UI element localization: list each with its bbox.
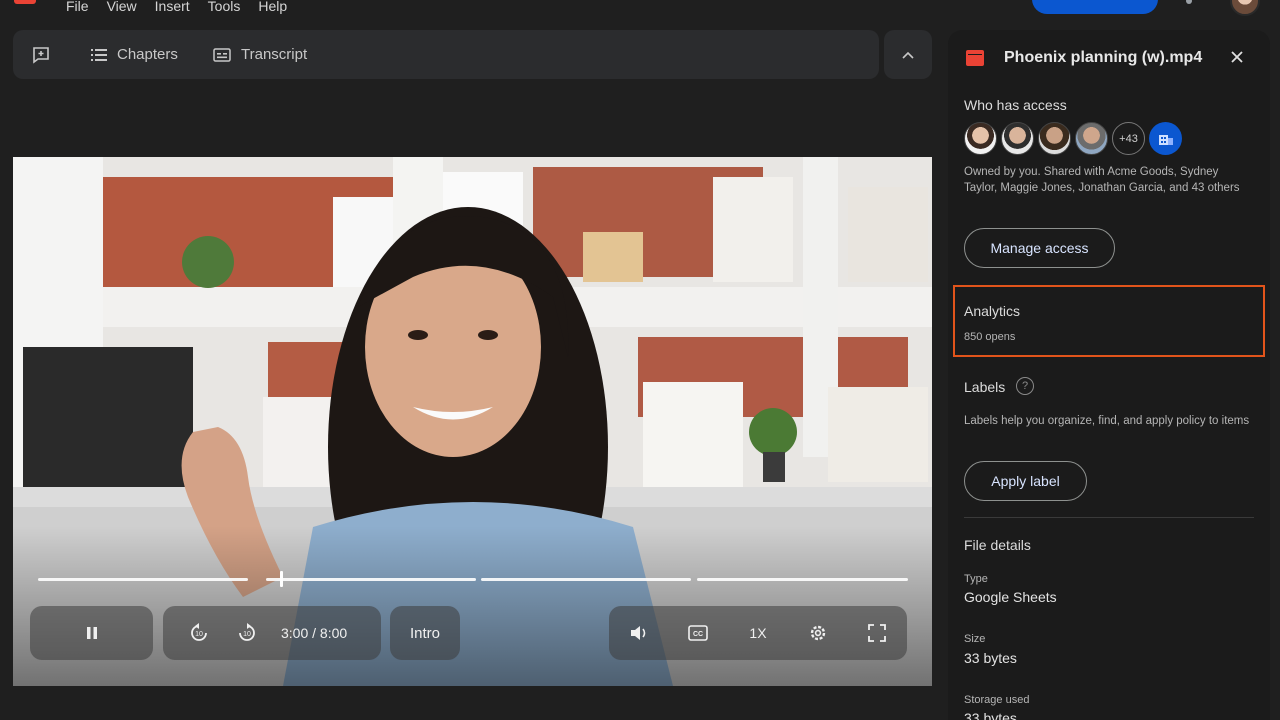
volume-icon: [630, 626, 646, 640]
menu-help[interactable]: Help: [258, 0, 287, 14]
transcript-button[interactable]: Transcript: [213, 30, 307, 79]
list-icon: [91, 48, 107, 61]
chevron-up-icon: [902, 51, 914, 59]
transcript-icon: [213, 47, 231, 62]
analytics-opens: 850 opens: [964, 331, 1016, 343]
access-avatars: +43: [964, 122, 1182, 155]
video-toolbar: Chapters Transcript: [13, 30, 879, 79]
account-avatar[interactable]: [1230, 0, 1260, 16]
forward-icon: 10: [239, 623, 255, 641]
chapter-segment[interactable]: [481, 578, 691, 581]
storage-value: 33 bytes: [964, 710, 1017, 720]
size-label: Size: [964, 633, 986, 645]
seek-group: 10 10 3:00 / 8:00: [163, 606, 381, 660]
volume-button[interactable]: [619, 606, 659, 660]
apply-label-button[interactable]: Apply label: [964, 461, 1087, 501]
analytics-heading: Analytics: [964, 303, 1021, 319]
chapter-segment[interactable]: [38, 578, 248, 581]
close-panel-button[interactable]: [1226, 46, 1248, 68]
type-label: Type: [964, 573, 988, 585]
shared-drive-avatar[interactable]: [1149, 122, 1182, 155]
who-has-access-heading: Who has access: [964, 97, 1067, 113]
chapter-label: Intro: [409, 624, 440, 642]
more-people-badge[interactable]: +43: [1112, 122, 1145, 155]
progress-bar[interactable]: [38, 571, 908, 587]
add-comment-button[interactable]: [31, 30, 51, 79]
collapse-toolbar-button[interactable]: [884, 30, 932, 79]
avatar[interactable]: [964, 122, 997, 155]
labels-description: Labels help you organize, find, and appl…: [964, 415, 1250, 427]
svg-text:CC: CC: [693, 631, 703, 638]
playback-speed-button[interactable]: 1X: [738, 606, 778, 660]
menu-insert[interactable]: Insert: [155, 0, 190, 14]
time-display: 3:00 / 8:00: [281, 625, 348, 641]
close-icon: [1231, 51, 1243, 63]
manage-access-button[interactable]: Manage access: [964, 228, 1115, 268]
svg-text:10: 10: [195, 631, 203, 638]
menu-tools[interactable]: Tools: [208, 0, 241, 14]
section-divider: [964, 517, 1254, 518]
svg-text:10: 10: [243, 631, 251, 638]
add-comment-icon: [33, 46, 49, 64]
details-panel: Phoenix planning (w).mp4 Who has access …: [948, 30, 1270, 720]
settings-group: CC 1X: [609, 606, 907, 660]
fullscreen-button[interactable]: [857, 606, 897, 660]
settings-button[interactable]: [798, 606, 838, 660]
chapters-label: Chapters: [117, 46, 178, 63]
size-value: 33 bytes: [964, 650, 1017, 666]
pause-icon: [86, 627, 97, 639]
chapter-segment[interactable]: [266, 578, 476, 581]
notification-icon[interactable]: [1186, 0, 1192, 4]
rewind-10-button[interactable]: 10: [175, 606, 223, 660]
video-player[interactable]: 10 10 3:00 / 8:00 Intro CC 1X: [13, 157, 932, 686]
chapter-button[interactable]: Intro: [390, 606, 460, 660]
labels-heading: Labels: [964, 379, 1006, 395]
analytics-section[interactable]: Analytics 850 opens: [953, 285, 1265, 357]
fullscreen-icon: [868, 624, 887, 642]
avatar[interactable]: [1075, 122, 1108, 155]
share-button[interactable]: [1032, 0, 1158, 14]
file-details-heading: File details: [964, 537, 1031, 553]
video-file-icon: [966, 50, 984, 66]
forward-10-button[interactable]: 10: [223, 606, 271, 660]
storage-label: Storage used: [964, 694, 1030, 706]
rewind-icon: 10: [191, 623, 207, 641]
menu-view[interactable]: View: [107, 0, 137, 14]
app-top-bar: File View Insert Tools Help: [0, 0, 1280, 18]
play-pause-group: [30, 606, 153, 660]
menu-file[interactable]: File: [66, 0, 89, 14]
avatar[interactable]: [1038, 122, 1071, 155]
transcript-label: Transcript: [241, 46, 308, 63]
menu-bar: File View Insert Tools Help: [66, 0, 287, 14]
pause-button[interactable]: [30, 606, 153, 660]
scrubber-handle[interactable]: [280, 571, 284, 587]
chapters-button[interactable]: Chapters: [91, 30, 178, 79]
app-logo: [14, 0, 36, 4]
shared-building-icon: [1158, 134, 1173, 145]
chapter-segment[interactable]: [697, 578, 908, 581]
help-icon[interactable]: ?: [1016, 377, 1034, 395]
owner-sharing-text: Owned by you. Shared with Acme Goods, Sy…: [964, 166, 1240, 194]
avatar[interactable]: [1001, 122, 1034, 155]
type-value: Google Sheets: [964, 589, 1057, 605]
gear-icon: [810, 625, 825, 641]
file-title: Phoenix planning (w).mp4: [1004, 49, 1203, 66]
captions-button[interactable]: CC: [678, 606, 718, 660]
captions-icon: CC: [688, 625, 709, 641]
